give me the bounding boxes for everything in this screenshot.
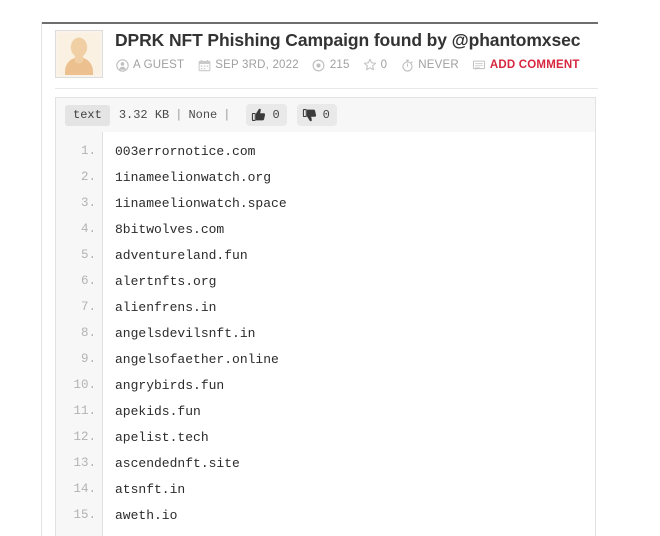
line-content: angelsofaether.online — [115, 351, 279, 367]
header-divider — [55, 88, 598, 89]
format-badge[interactable]: text — [65, 104, 110, 126]
meta-expires-label: NEVER — [418, 59, 459, 71]
toolbar-separator-2: | — [223, 108, 231, 122]
line-content: aweth.io — [115, 507, 178, 523]
line-number[interactable]: 5. — [56, 248, 103, 262]
code-line: 10. angrybirds.fun — [56, 372, 595, 398]
code-line: 6. alertnfts.org — [56, 268, 595, 294]
add-comment-button[interactable]: ADD COMMENT — [472, 58, 580, 72]
line-content: alienfrens.in — [115, 299, 217, 315]
stopwatch-icon — [400, 58, 414, 72]
line-number[interactable]: 3. — [56, 196, 103, 210]
code-line: 1. 003errornotice.com — [56, 138, 595, 164]
dislike-button[interactable]: 0 — [296, 104, 337, 126]
code-line: 8. angelsdevilsnft.in — [56, 320, 595, 346]
code-line: 5. adventureland.fun — [56, 242, 595, 268]
meta-author[interactable]: A GUEST — [115, 58, 184, 72]
calendar-icon — [197, 58, 211, 72]
line-content: ascendednft.site — [115, 455, 240, 471]
code-line: 13. ascendednft.site — [56, 450, 595, 476]
line-content: atsnft.in — [115, 481, 186, 497]
paste-header: DPRK NFT Phishing Campaign found by @pha… — [55, 30, 598, 78]
paste-page: DPRK NFT Phishing Campaign found by @pha… — [0, 0, 660, 536]
line-content: apelist.tech — [115, 429, 209, 445]
paste-toolbar: text 3.32 KB | None | 0 0 — [55, 97, 596, 132]
like-count: 0 — [272, 108, 280, 122]
eye-icon — [312, 58, 326, 72]
comment-icon — [472, 58, 486, 72]
thumbs-down-icon — [302, 107, 318, 123]
meta-date: SEP 3RD, 2022 — [197, 58, 299, 72]
line-number[interactable]: 12. — [56, 430, 103, 444]
line-number[interactable]: 1. — [56, 144, 103, 158]
like-button[interactable]: 0 — [246, 104, 287, 126]
line-number[interactable]: 9. — [56, 352, 103, 366]
code-line: 15. aweth.io — [56, 502, 595, 528]
paste-category: None — [188, 108, 218, 122]
meta-expires: NEVER — [400, 58, 459, 72]
meta-views: 215 — [312, 58, 350, 72]
paste-content: 1. 003errornotice.com 2. 1inameelionwatch.o… — [55, 132, 596, 536]
line-number[interactable]: 10. — [56, 378, 103, 392]
add-comment-label: ADD COMMENT — [489, 59, 580, 71]
line-number[interactable]: 8. — [56, 326, 103, 340]
code-line: 2. 1inameelionwatch.org — [56, 164, 595, 190]
user-circle-icon — [115, 58, 129, 72]
code-line: 12. apelist.tech — [56, 424, 595, 450]
line-number[interactable]: 15. — [56, 508, 103, 522]
code-line: 11. apekids.fun — [56, 398, 595, 424]
meta-favorites[interactable]: 0 — [363, 58, 388, 72]
line-content: 8bitwolves.com — [115, 221, 225, 237]
paste-size: 3.32 KB — [118, 108, 170, 122]
line-content: angrybirds.fun — [115, 377, 225, 393]
code-line: 14. atsnft.in — [56, 476, 595, 502]
line-content: 003errornotice.com — [115, 143, 256, 159]
code-line-list: 1. 003errornotice.com 2. 1inameelionwatch.o… — [56, 132, 595, 528]
line-content: angelsdevilsnft.in — [115, 325, 256, 341]
line-content: apekids.fun — [115, 403, 201, 419]
line-content: adventureland.fun — [115, 247, 248, 263]
code-line: 9. angelsofaether.online — [56, 346, 595, 372]
dislike-count: 0 — [322, 108, 330, 122]
line-content: 1inameelionwatch.space — [115, 195, 287, 211]
meta-favorites-count: 0 — [380, 59, 388, 71]
content-column-left-rule — [41, 22, 42, 536]
avatar — [55, 30, 103, 78]
paste-meta-bar: A GUEST SEP 3RD, 2022 215 0 NEVER ADD CO… — [115, 58, 598, 72]
line-number[interactable]: 6. — [56, 274, 103, 288]
line-number[interactable]: 14. — [56, 482, 103, 496]
star-icon — [363, 58, 377, 72]
line-number[interactable]: 11. — [56, 404, 103, 418]
paste-top-rule — [42, 22, 598, 24]
code-line: 7. alienfrens.in — [56, 294, 595, 320]
meta-date-label: SEP 3RD, 2022 — [215, 59, 299, 71]
thumbs-up-icon — [251, 107, 267, 123]
code-line: 3. 1inameelionwatch.space — [56, 190, 595, 216]
code-line: 4. 8bitwolves.com — [56, 216, 595, 242]
toolbar-separator-1: | — [175, 108, 183, 122]
line-number[interactable]: 7. — [56, 300, 103, 314]
line-number[interactable]: 4. — [56, 222, 103, 236]
guest-avatar-icon — [58, 33, 100, 75]
line-content: 1inameelionwatch.org — [115, 169, 272, 185]
meta-views-count: 215 — [329, 59, 350, 71]
page-title: DPRK NFT Phishing Campaign found by @pha… — [115, 30, 581, 50]
meta-author-label: A GUEST — [133, 59, 185, 71]
line-number[interactable]: 13. — [56, 456, 103, 470]
line-content: alertnfts.org — [115, 273, 217, 289]
line-number[interactable]: 2. — [56, 170, 103, 184]
